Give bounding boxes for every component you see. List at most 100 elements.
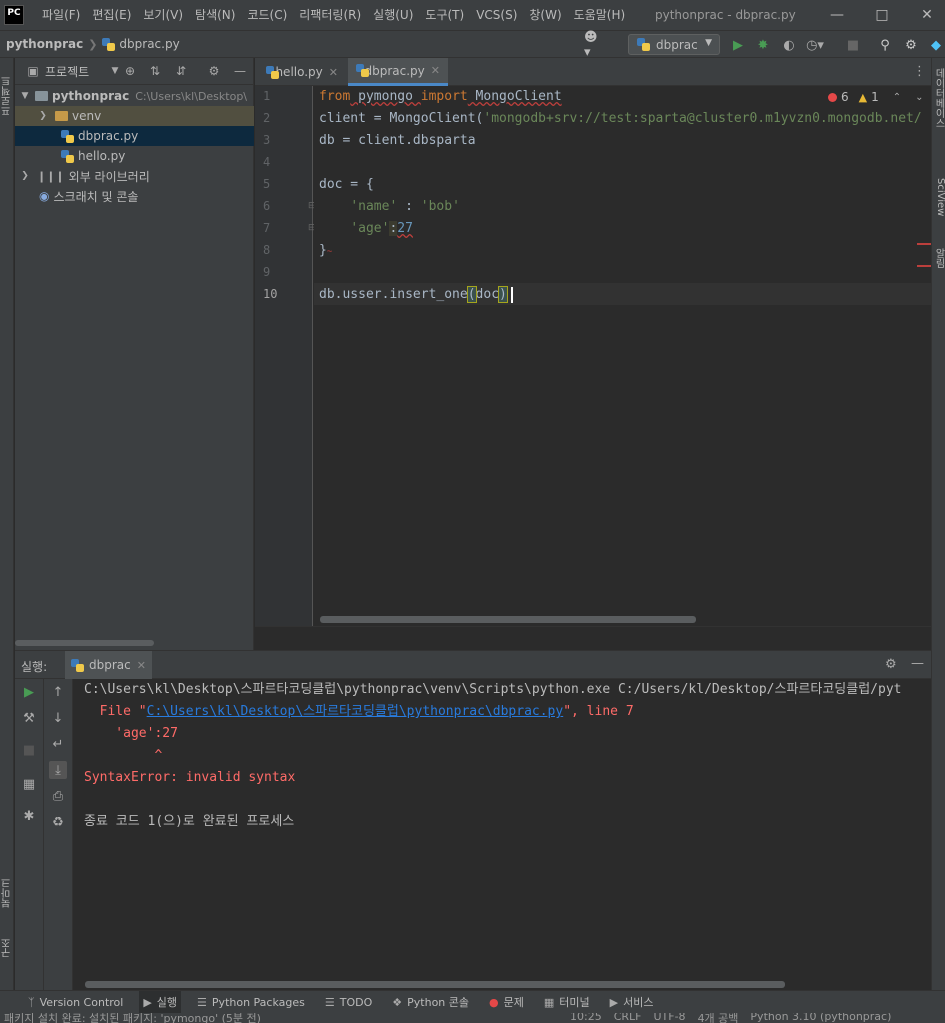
- close-icon[interactable]: ✕: [912, 0, 942, 30]
- chevron-right-icon: ❯: [39, 111, 47, 121]
- close-icon[interactable]: ✕: [329, 66, 338, 79]
- tool-todo[interactable]: ☰ TODO: [321, 991, 376, 1014]
- database-tool-tab[interactable]: 데이터베이스: [932, 68, 945, 158]
- line-number: 6: [263, 199, 271, 213]
- tab-hello-py[interactable]: hello.py ✕: [258, 58, 346, 86]
- menu-navigate[interactable]: 탐색(N): [189, 0, 241, 30]
- locate-icon[interactable]: ⊕: [122, 63, 138, 79]
- menu-file[interactable]: 파일(F): [36, 0, 86, 30]
- hide-icon[interactable]: —: [911, 656, 924, 671]
- indent-setting[interactable]: 4개 공백: [698, 1013, 739, 1023]
- layout-icon[interactable]: ▦: [20, 775, 38, 793]
- error-marker[interactable]: [917, 243, 931, 245]
- user-icon[interactable]: ☻▾: [584, 30, 604, 60]
- gear-icon[interactable]: ⚙: [885, 657, 897, 672]
- project-tool-tab[interactable]: 프로젝트: [0, 66, 14, 126]
- arrow-down-icon[interactable]: ↓: [49, 709, 67, 727]
- tab-run-dbprac[interactable]: dbprac ✕: [65, 651, 152, 679]
- chevron-down-icon[interactable]: ⌄: [915, 92, 923, 103]
- rerun-icon[interactable]: ▶: [20, 683, 38, 701]
- coverage-icon[interactable]: ◐: [779, 35, 799, 55]
- error-marker[interactable]: [917, 265, 931, 267]
- debug-icon[interactable]: ✸: [753, 35, 773, 55]
- notifications-tool-tab[interactable]: 알림: [932, 248, 945, 288]
- menu-refactor[interactable]: 리팩터링(R): [293, 0, 367, 30]
- tree-item-label: venv: [72, 109, 102, 123]
- tab-dbprac-py[interactable]: dbprac.py ✕: [348, 58, 448, 86]
- close-icon[interactable]: ✕: [431, 64, 440, 77]
- sciview-tool-tab[interactable]: SciView: [932, 178, 945, 238]
- line-separator[interactable]: CRLF: [614, 1013, 642, 1023]
- run-panel-header: 실행: dbprac ✕ ⚙ —: [15, 651, 931, 679]
- caret-position[interactable]: 10:25: [570, 1013, 602, 1023]
- editor-horizontal-scrollbar[interactable]: [320, 616, 696, 623]
- gear-icon[interactable]: ⚙: [206, 63, 222, 79]
- tree-item-external-libraries[interactable]: ❯ ❙❙❙ 외부 라이브러리: [15, 166, 254, 186]
- inspection-widget[interactable]: 6 ▲ 1 ⌃ ⌄: [828, 90, 924, 104]
- bookmarks-tool-tab[interactable]: 북마크: [0, 868, 14, 918]
- close-icon[interactable]: ✕: [137, 659, 146, 672]
- tree-item-venv[interactable]: ❯ venv: [15, 106, 254, 126]
- menu-window[interactable]: 창(W): [523, 0, 567, 30]
- print-icon[interactable]: ⎙: [49, 787, 67, 805]
- menu-help[interactable]: 도움말(H): [568, 0, 632, 30]
- trash-icon[interactable]: ♻: [49, 813, 67, 831]
- project-horizontal-scrollbar[interactable]: [15, 640, 154, 646]
- menu-run[interactable]: 실행(U): [367, 0, 419, 30]
- stop-icon[interactable]: ■: [843, 35, 863, 55]
- chevron-up-icon[interactable]: ⌃: [893, 92, 901, 103]
- tool-version-control[interactable]: ᛉ Version Control: [24, 991, 127, 1014]
- menu-tools[interactable]: 도구(T): [419, 0, 470, 30]
- structure-tool-tab[interactable]: 구조: [0, 928, 14, 968]
- tree-item-project-root[interactable]: ▼ pythonprac C:\Users\kl\Desktop\: [15, 86, 254, 106]
- run-panel: 실행: dbprac ✕ ⚙ — ▶ ⚒ ■ ▦ ✱ ↑ ↓ ↵ ⤓ ⎙ ♻ C…: [15, 650, 931, 991]
- window-title: pythonprac - dbprac.py: [655, 8, 796, 22]
- menu-edit[interactable]: 편집(E): [86, 0, 137, 30]
- arrow-up-icon[interactable]: ↑: [49, 683, 67, 701]
- console-horizontal-scrollbar[interactable]: [85, 981, 785, 988]
- tool-terminal[interactable]: ▦ 터미널: [540, 991, 594, 1014]
- gear-icon[interactable]: ⚙: [901, 35, 921, 55]
- project-panel-title[interactable]: 프로젝트: [45, 63, 89, 80]
- tool-run[interactable]: ▶ 실행: [139, 990, 182, 1014]
- tool-services[interactable]: ▶ 서비스: [606, 991, 658, 1014]
- profile-icon[interactable]: ◷▾: [805, 35, 825, 55]
- code-editor[interactable]: from pymongo import MongoClient client =…: [314, 86, 931, 626]
- run-configuration-select[interactable]: dbprac ▼: [628, 34, 720, 55]
- menu-code[interactable]: 코드(C): [241, 0, 293, 30]
- menu-view[interactable]: 보기(V): [137, 0, 189, 30]
- tree-item-scratches[interactable]: ◉ 스크래치 및 콘솔: [15, 186, 254, 206]
- project-view-icon: ▣: [27, 64, 39, 78]
- python-interpreter[interactable]: Python 3.10 (pythonprac): [750, 1013, 891, 1023]
- wrench-icon[interactable]: ⚒: [20, 709, 38, 727]
- soft-wrap-icon[interactable]: ↵: [49, 735, 67, 753]
- console-output[interactable]: C:\Users\kl\Desktop\스파르타코딩클럽\pythonprac\…: [73, 679, 931, 991]
- tool-label: 터미널: [559, 996, 590, 1009]
- expand-all-icon[interactable]: ⇅: [147, 63, 163, 79]
- tool-python-packages[interactable]: ☰ Python Packages: [193, 991, 309, 1014]
- breadcrumb-file[interactable]: dbprac.py: [119, 37, 179, 51]
- console-file-link[interactable]: C:\Users\kl\Desktop\스파르타코딩클럽\pythonprac\…: [147, 704, 564, 719]
- more-tabs-icon[interactable]: ⋮: [913, 64, 926, 79]
- search-icon[interactable]: ⚲: [875, 35, 895, 55]
- file-encoding[interactable]: UTF-8: [653, 1013, 685, 1023]
- maximize-icon[interactable]: □: [867, 0, 897, 30]
- tool-python-console[interactable]: ❖ Python 콘솔: [388, 991, 473, 1014]
- menu-vcs[interactable]: VCS(S): [470, 0, 523, 30]
- pin-icon[interactable]: ✱: [20, 807, 38, 825]
- tree-item-dbprac[interactable]: dbprac.py: [15, 126, 254, 146]
- stop-icon[interactable]: ■: [20, 741, 38, 759]
- status-message[interactable]: 패키지 설치 완료: 설치된 패키지: 'pymongo' (5분 전): [4, 1013, 261, 1023]
- list-icon: ☰: [324, 995, 335, 1009]
- chevron-down-icon[interactable]: ▼: [107, 63, 123, 79]
- breadcrumb-project[interactable]: pythonprac: [6, 37, 83, 51]
- tree-item-hello[interactable]: hello.py: [15, 146, 254, 166]
- scroll-to-end-icon[interactable]: ⤓: [49, 761, 67, 779]
- minimize-icon[interactable]: —: [822, 0, 852, 30]
- line-number: 9: [263, 265, 271, 279]
- run-icon[interactable]: ▶: [728, 35, 748, 55]
- tool-problems[interactable]: ● 문제: [485, 991, 528, 1014]
- hide-icon[interactable]: —: [232, 63, 248, 79]
- jetbrains-icon[interactable]: ◆: [926, 35, 945, 55]
- collapse-all-icon[interactable]: ⇵: [173, 63, 189, 79]
